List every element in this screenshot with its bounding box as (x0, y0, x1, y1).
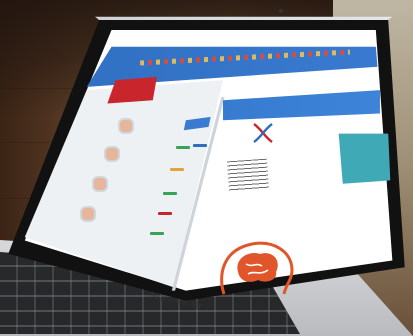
brain-head-icon (220, 241, 294, 295)
status-chip (170, 168, 184, 171)
status-chip (193, 144, 207, 147)
document-text (227, 158, 269, 192)
camera-icon (279, 9, 283, 13)
avatar (80, 206, 96, 222)
avatar (92, 176, 108, 192)
medical-logo-icon (253, 123, 273, 143)
status-chip (176, 146, 190, 149)
avatar (118, 118, 134, 134)
status-chip (158, 212, 172, 215)
status-chip (163, 192, 177, 195)
avatar (104, 146, 120, 162)
status-chip (150, 232, 164, 235)
